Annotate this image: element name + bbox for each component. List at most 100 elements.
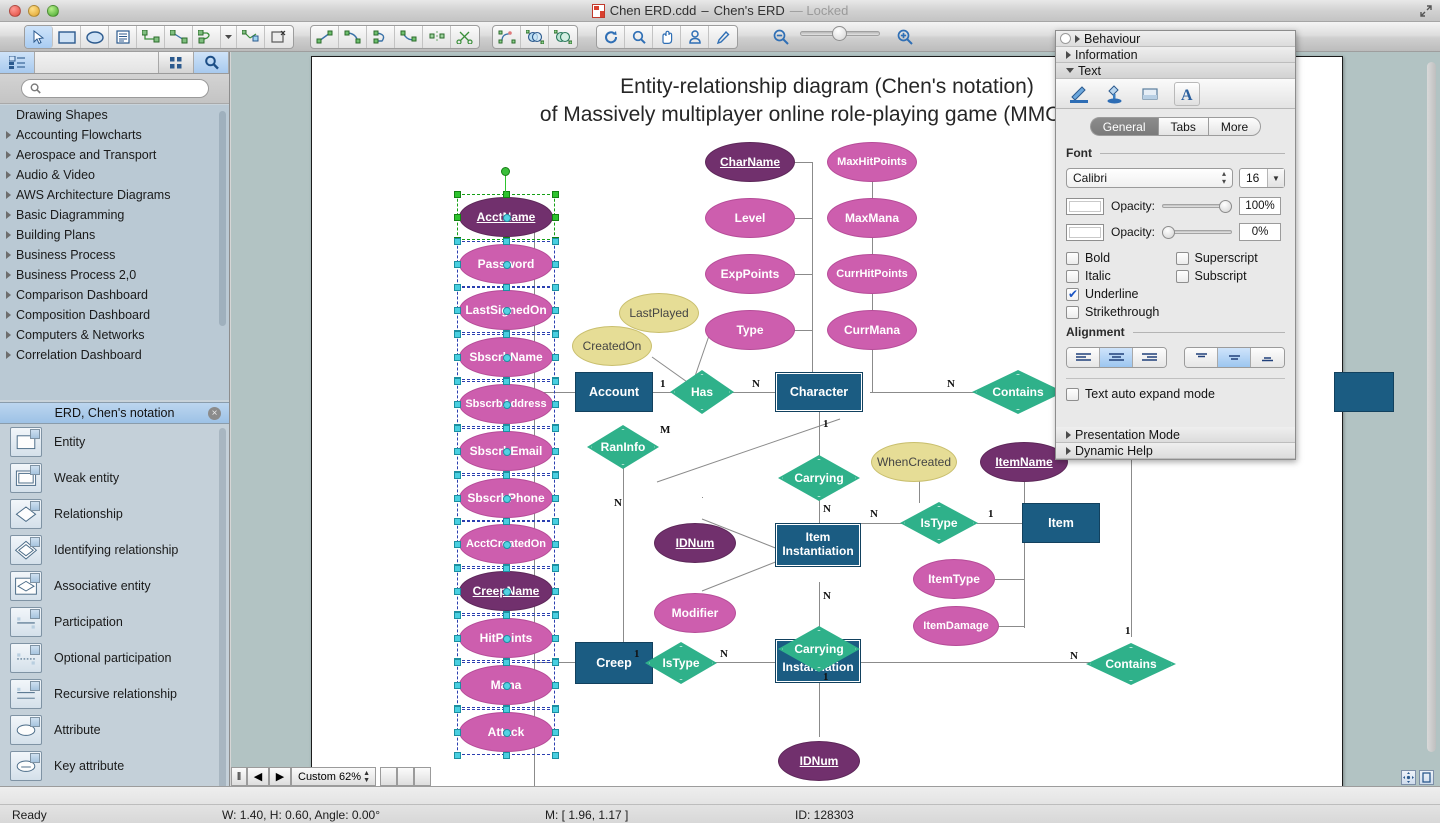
resize-handle[interactable] bbox=[454, 191, 461, 198]
font-size-field[interactable]: 16 ▼ bbox=[1239, 168, 1285, 188]
participation-shape-icon[interactable] bbox=[10, 607, 42, 637]
list-item[interactable]: Weak entity bbox=[0, 460, 229, 496]
shadow-icon[interactable] bbox=[1138, 82, 1164, 106]
close-icon[interactable]: × bbox=[208, 407, 221, 420]
chevron-right-icon[interactable] bbox=[6, 271, 11, 279]
inspector-section-presentation-mode[interactable]: Presentation Mode bbox=[1056, 427, 1295, 443]
resize-handle[interactable] bbox=[503, 659, 510, 666]
associative-entity-shape-icon[interactable] bbox=[10, 571, 42, 601]
page-next-button[interactable]: ▶ bbox=[269, 767, 291, 786]
fullscreen-icon[interactable] bbox=[1418, 3, 1434, 19]
relationship-Contains-bottom[interactable]: Contains bbox=[1086, 643, 1176, 685]
selection-box[interactable] bbox=[457, 381, 555, 427]
resize-handle[interactable] bbox=[503, 706, 510, 713]
tab-tabs[interactable]: Tabs bbox=[1158, 117, 1208, 136]
resize-handle[interactable] bbox=[552, 401, 559, 408]
inspector-section-information[interactable]: Information bbox=[1056, 47, 1295, 63]
recursive-relationship-shape-icon[interactable] bbox=[10, 679, 42, 709]
tree-item[interactable]: Business Process 2,0 bbox=[0, 265, 229, 285]
line-style-icon[interactable] bbox=[1066, 82, 1092, 106]
fragment-icon[interactable] bbox=[549, 26, 577, 48]
union-icon[interactable] bbox=[521, 26, 549, 48]
tree-scrollbar[interactable] bbox=[219, 111, 226, 326]
font-family-select[interactable]: Calibri ▴▾ bbox=[1066, 168, 1233, 188]
chevron-right-icon[interactable] bbox=[6, 231, 11, 239]
center-handle[interactable] bbox=[503, 635, 511, 643]
resize-handle[interactable] bbox=[552, 261, 559, 268]
resize-handle[interactable] bbox=[552, 238, 559, 245]
list-item[interactable]: Relationship bbox=[0, 496, 229, 532]
entity-offscreen[interactable] bbox=[1334, 372, 1394, 412]
resize-handle[interactable] bbox=[454, 541, 461, 548]
inspector-section-text[interactable]: Text bbox=[1056, 63, 1295, 79]
checkbox-bold[interactable]: Bold bbox=[1066, 249, 1176, 267]
resize-handle[interactable] bbox=[552, 541, 559, 548]
view-mode-1-button[interactable] bbox=[380, 767, 397, 786]
relationship-Contains-top[interactable]: Contains bbox=[972, 370, 1064, 414]
center-handle[interactable] bbox=[503, 541, 511, 549]
resize-handle[interactable] bbox=[454, 238, 461, 245]
resize-handle[interactable] bbox=[454, 565, 461, 572]
delete-connector-icon[interactable] bbox=[265, 26, 293, 48]
resize-handle[interactable] bbox=[552, 284, 559, 291]
resize-handle[interactable] bbox=[552, 729, 559, 736]
fill-style-icon[interactable] bbox=[1102, 82, 1128, 106]
inspector-section-dynamic-help[interactable]: Dynamic Help bbox=[1056, 443, 1295, 459]
view-mode-2-button[interactable] bbox=[397, 767, 414, 786]
attribute-ItemType[interactable]: ItemType bbox=[913, 559, 995, 599]
resize-handle[interactable] bbox=[552, 425, 559, 432]
tab-general[interactable]: General bbox=[1090, 117, 1158, 136]
connector-elbow-icon[interactable] bbox=[137, 26, 165, 48]
selection-box[interactable] bbox=[457, 475, 555, 521]
chevron-right-icon[interactable] bbox=[6, 331, 11, 339]
checkbox-icon[interactable] bbox=[1066, 388, 1079, 401]
resize-handle[interactable] bbox=[552, 448, 559, 455]
resize-handle[interactable] bbox=[552, 565, 559, 572]
optional-participation-shape-icon[interactable] bbox=[10, 643, 42, 673]
center-handle[interactable] bbox=[503, 307, 511, 315]
center-handle[interactable] bbox=[503, 214, 511, 222]
selection-box[interactable] bbox=[457, 615, 555, 661]
connector-curved-icon[interactable] bbox=[193, 26, 221, 48]
view-mode-3-button[interactable] bbox=[414, 767, 431, 786]
align-left-icon[interactable] bbox=[1067, 348, 1100, 367]
selection-box[interactable] bbox=[457, 568, 555, 614]
ellipse-icon[interactable] bbox=[81, 26, 109, 48]
connector-straight-icon[interactable] bbox=[165, 26, 193, 48]
tree-item[interactable]: Composition Dashboard bbox=[0, 305, 229, 325]
resize-handle[interactable] bbox=[503, 284, 510, 291]
list-item[interactable]: Participation bbox=[0, 604, 229, 640]
attribute-ItemDamage[interactable]: ItemDamage bbox=[913, 606, 999, 646]
resize-handle[interactable] bbox=[454, 354, 461, 361]
center-handle[interactable] bbox=[503, 588, 511, 596]
text-style-icon[interactable]: A bbox=[1174, 82, 1200, 106]
tree-item[interactable]: Correlation Dashboard bbox=[0, 345, 229, 365]
align-center-icon[interactable] bbox=[1100, 348, 1133, 367]
resize-handle[interactable] bbox=[454, 284, 461, 291]
align-right-icon[interactable] bbox=[1133, 348, 1166, 367]
fill-color-swatch[interactable] bbox=[1066, 224, 1104, 241]
mirror-icon[interactable] bbox=[423, 26, 451, 48]
pan-mode-icon[interactable] bbox=[1401, 770, 1416, 785]
resize-handle[interactable] bbox=[503, 472, 510, 479]
resize-handle[interactable] bbox=[454, 518, 461, 525]
resize-handle[interactable] bbox=[454, 588, 461, 595]
attribute-IDNum-creep[interactable]: IDNum bbox=[778, 741, 860, 781]
tree-item[interactable]: Aerospace and Transport bbox=[0, 145, 229, 165]
resize-handle[interactable] bbox=[552, 331, 559, 338]
entity-shape-icon[interactable] bbox=[10, 427, 42, 457]
list-item[interactable]: Optional participation bbox=[0, 640, 229, 676]
magnifier-icon[interactable] bbox=[625, 26, 653, 48]
canvas-vertical-scrollbar[interactable] bbox=[1427, 62, 1436, 752]
zoom-slider-knob[interactable] bbox=[832, 26, 847, 41]
resize-handle[interactable] bbox=[454, 729, 461, 736]
resize-handle[interactable] bbox=[503, 565, 510, 572]
relationship-shape-icon[interactable] bbox=[10, 499, 42, 529]
checkbox-superscript[interactable]: Superscript bbox=[1176, 249, 1286, 267]
selection-box[interactable] bbox=[457, 662, 555, 708]
relationship-IsType-creep[interactable]: IsType bbox=[645, 642, 717, 684]
page-prev-button[interactable]: ◀ bbox=[247, 767, 269, 786]
grid-view-icon[interactable] bbox=[159, 52, 194, 73]
fit-page-icon[interactable] bbox=[1419, 770, 1434, 785]
resize-handle[interactable] bbox=[552, 307, 559, 314]
